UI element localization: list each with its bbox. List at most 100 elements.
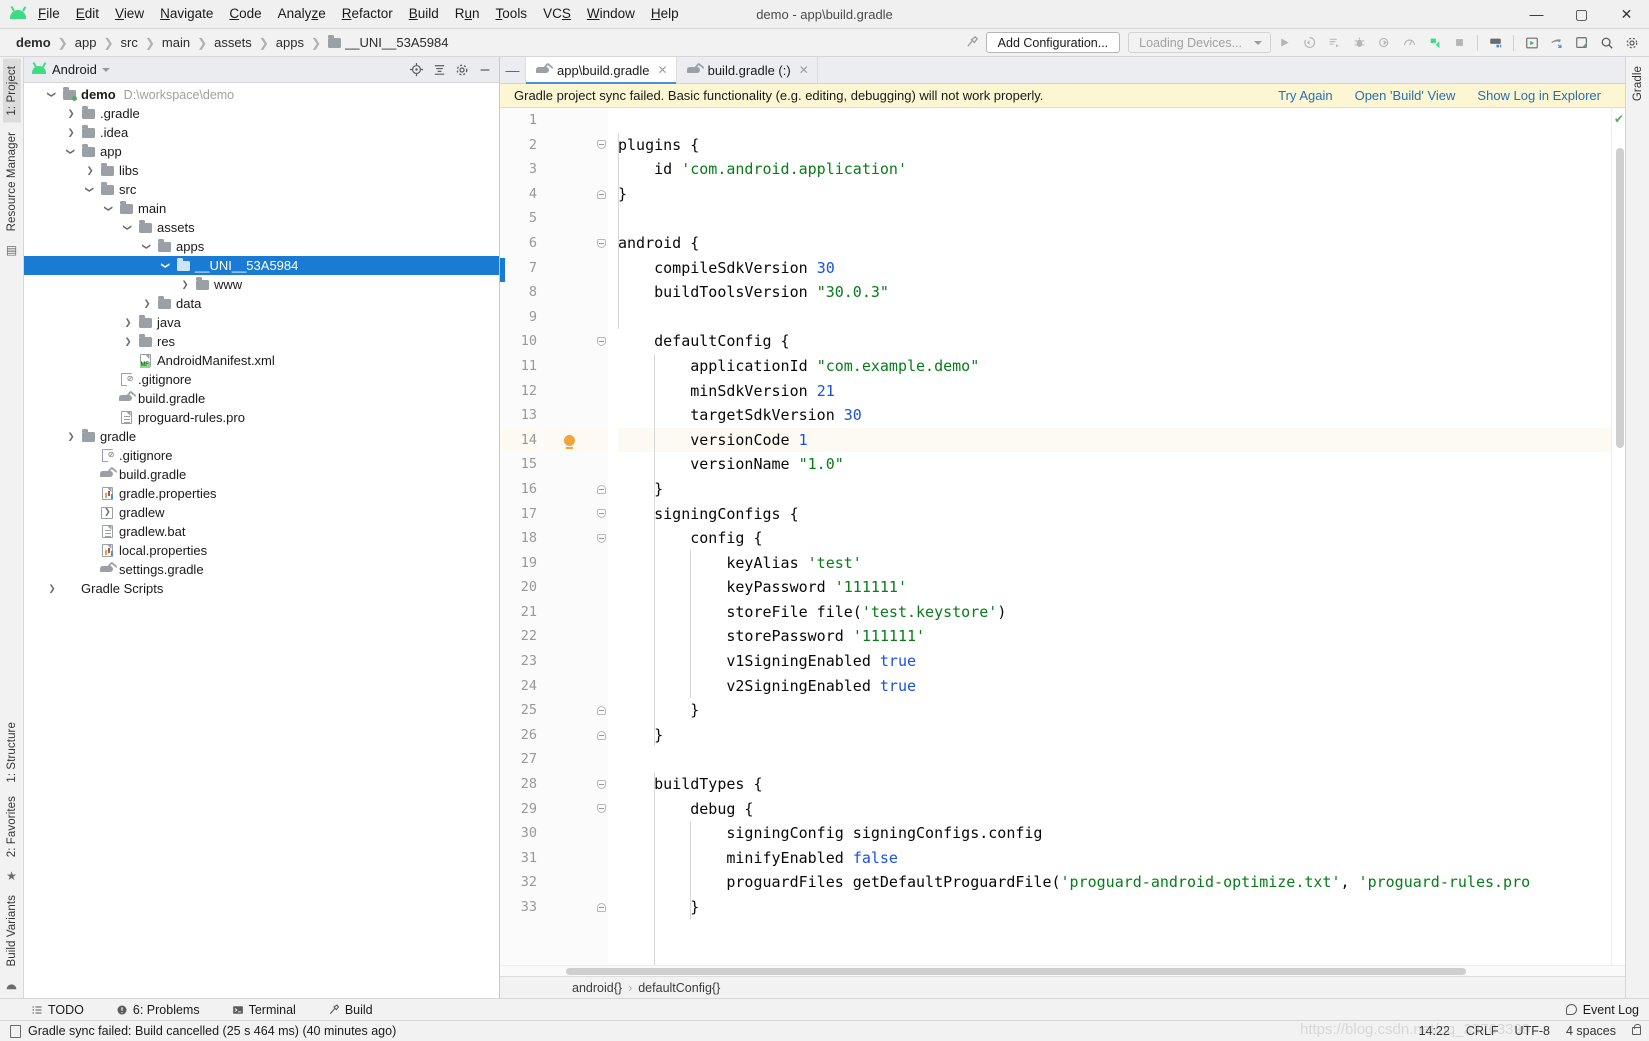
breadcrumb[interactable]: demo ❯ app ❯ src ❯ main ❯ assets ❯ apps ❯ __UNI__53A… [0, 29, 450, 56]
tree-item--idea[interactable]: .idea [24, 123, 499, 142]
build-hammer-icon[interactable] [961, 31, 984, 54]
horizontal-scrollbar-track[interactable] [500, 965, 1625, 976]
menu-item-code[interactable]: Code [221, 3, 269, 25]
hide-panel-icon[interactable] [475, 60, 495, 80]
code-line[interactable]: signingConfigs { [618, 502, 1611, 527]
menu-bar[interactable]: File Edit View Navigate Code Analyze Refactor B… [30, 0, 687, 29]
chevron-right-icon[interactable] [44, 583, 60, 594]
tree-item-build-gradle[interactable]: build.gradle [24, 389, 499, 408]
breadcrumb-item-src[interactable]: src [119, 35, 140, 50]
fold-toggle-icon[interactable] [594, 723, 608, 748]
tree-item--uni-53a5984[interactable]: __UNI__53A5984 [24, 256, 499, 275]
editor-tab-app-build-gradle[interactable]: app\build.gradle ✕ [526, 57, 677, 84]
vertical-scrollbar[interactable] [1616, 148, 1624, 448]
try-again-link[interactable]: Try Again [1278, 88, 1332, 103]
code-line[interactable]: targetSdkVersion 30 [618, 403, 1611, 428]
close-icon[interactable]: ✕ [658, 63, 668, 77]
chevron-right-icon[interactable] [177, 279, 193, 290]
tree-item--gitignore[interactable]: .gitignore [24, 446, 499, 465]
settings-icon[interactable] [1620, 31, 1643, 54]
menu-item-edit[interactable]: Edit [68, 3, 107, 25]
code-line[interactable]: signingConfig signingConfigs.config [618, 821, 1611, 846]
project-tree[interactable]: demo D:\workspace\demo .gradle .idea app libs… [24, 83, 499, 998]
fold-toggle-icon[interactable] [594, 502, 608, 527]
intention-bulb-icon[interactable] [544, 427, 594, 453]
code-line[interactable]: keyAlias 'test' [618, 551, 1611, 576]
lightbulb-icon[interactable] [563, 434, 575, 449]
code-line[interactable]: compileSdkVersion 30 [618, 256, 1611, 281]
tree-item-settings-gradle[interactable]: settings.gradle [24, 560, 499, 579]
tree-item-data[interactable]: data [24, 294, 499, 313]
code-line[interactable]: keyPassword '111111' [618, 575, 1611, 600]
breadcrumb-item-apps[interactable]: apps [274, 35, 306, 50]
locate-icon[interactable] [406, 60, 426, 80]
fold-toggle-icon[interactable] [594, 182, 608, 207]
fold-close-icon[interactable] [596, 730, 606, 740]
menu-item-navigate[interactable]: Navigate [152, 3, 221, 25]
tree-item-androidmanifest-xml[interactable]: AndroidManifest.xml [24, 351, 499, 370]
chevron-down-icon[interactable] [158, 260, 174, 271]
search-icon[interactable] [1595, 31, 1618, 54]
tree-item-proguard-rules-pro[interactable]: proguard-rules.pro [24, 408, 499, 427]
code-line[interactable]: } [618, 723, 1611, 748]
breadcrumb-item-assets[interactable]: assets [212, 35, 254, 50]
code-line[interactable]: config { [618, 526, 1611, 551]
chevron-down-icon[interactable] [44, 89, 60, 100]
fold-close-icon[interactable] [596, 706, 606, 716]
sidebar-item-build-variants[interactable]: Build Variants [3, 888, 21, 974]
code-line[interactable]: proguardFiles getDefaultProguardFile('pr… [618, 870, 1611, 895]
maximize-button[interactable]: ▢ [1559, 0, 1604, 29]
menu-item-vcs[interactable]: VCS [535, 3, 579, 25]
code-line[interactable]: } [618, 477, 1611, 502]
fold-close-icon[interactable] [596, 484, 606, 494]
code-line[interactable]: } [618, 182, 1611, 207]
tool-window-problems[interactable]: 6: Problems [113, 1002, 203, 1018]
code-line[interactable]: debug { [618, 797, 1611, 822]
code-line[interactable] [618, 206, 1611, 231]
fold-markers[interactable] [594, 108, 608, 965]
fold-toggle-icon[interactable] [594, 329, 608, 354]
editor-tab-build-gradle-[interactable]: build.gradle (:) ✕ [676, 57, 818, 83]
menu-item-file[interactable]: File [30, 3, 68, 25]
sidebar-item-gradle[interactable]: Gradle [1629, 59, 1647, 108]
fold-toggle-icon[interactable] [594, 895, 608, 920]
tree-item-libs[interactable]: libs [24, 161, 499, 180]
fold-toggle-icon[interactable] [594, 477, 608, 502]
run-icon[interactable] [1273, 31, 1296, 54]
avd-manager-icon[interactable] [1484, 31, 1507, 54]
chevron-right-icon[interactable] [63, 108, 79, 119]
profiler-icon[interactable] [1398, 31, 1421, 54]
fold-toggle-icon[interactable] [594, 797, 608, 822]
code-line[interactable]: buildToolsVersion "30.0.3" [618, 280, 1611, 305]
tree-item--gitignore[interactable]: .gitignore [24, 370, 499, 389]
tree-item-apps[interactable]: apps [24, 237, 499, 256]
code-line[interactable]: plugins { [618, 133, 1611, 158]
sdk-manager-icon[interactable] [1520, 31, 1543, 54]
fold-toggle-icon[interactable] [594, 698, 608, 723]
tree-item-gradle-properties[interactable]: gradle.properties [24, 484, 499, 503]
code-line[interactable]: versionName "1.0" [618, 452, 1611, 477]
chevron-right-icon[interactable] [63, 127, 79, 138]
chevron-down-icon[interactable] [139, 241, 155, 252]
code-line[interactable]: defaultConfig { [618, 329, 1611, 354]
chevron-down-icon[interactable] [63, 146, 79, 157]
tree-item-res[interactable]: res [24, 332, 499, 351]
code-line[interactable]: minifyEnabled false [618, 846, 1611, 871]
code-line[interactable] [618, 747, 1611, 772]
code-line[interactable]: } [618, 698, 1611, 723]
sidebar-item-resource-manager[interactable]: Resource Manager [3, 125, 21, 238]
code-line[interactable]: v2SigningEnabled true [618, 674, 1611, 699]
device-selector[interactable]: Loading Devices... [1128, 32, 1271, 53]
breadcrumb-item-demo[interactable]: demo [14, 35, 53, 50]
code-line[interactable] [618, 108, 1611, 133]
menu-item-window[interactable]: Window [579, 3, 643, 25]
code-editor[interactable]: 1 2 3 4 5 6 7 8 9 10 11 12 13 14 15 16 17 18 19 20 21 22 23 24 2… [500, 108, 1625, 965]
add-configuration-button[interactable]: Add Configuration... [985, 32, 1121, 53]
status-message[interactable]: Gradle sync failed: Build cancelled (25 … [28, 1024, 396, 1038]
tree-item-www[interactable]: www [24, 275, 499, 294]
code-line[interactable]: applicationId "com.example.demo" [618, 354, 1611, 379]
menu-item-refactor[interactable]: Refactor [334, 3, 401, 25]
fold-close-icon[interactable] [596, 189, 606, 199]
collapse-all-icon[interactable] [429, 60, 449, 80]
fold-open-icon[interactable] [596, 238, 606, 248]
